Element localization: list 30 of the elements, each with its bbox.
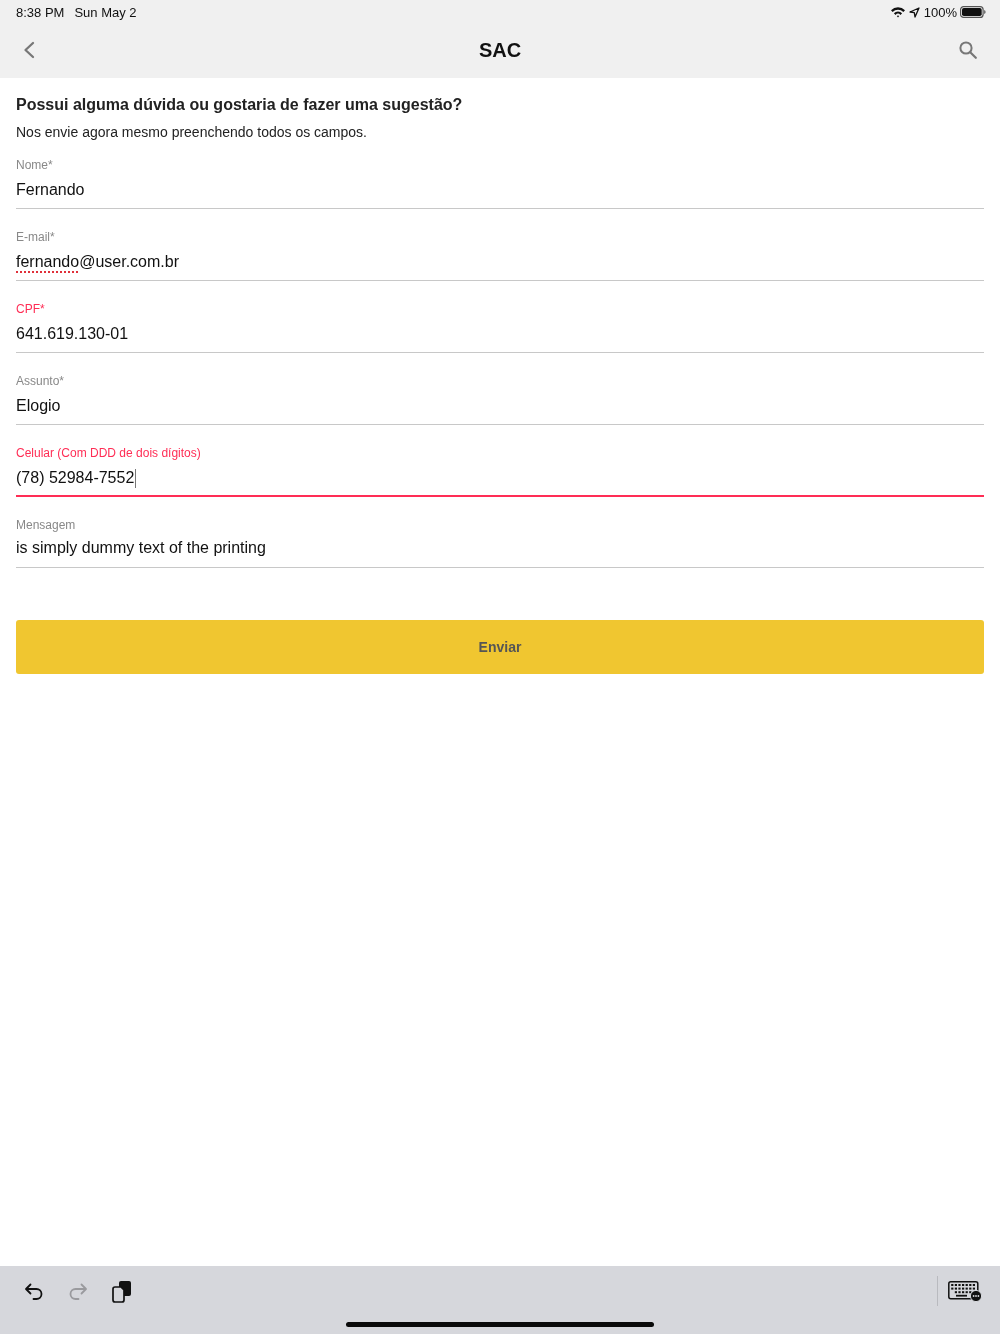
- field-label: Celular (Com DDD de dois dígitos): [16, 446, 201, 460]
- text-field[interactable]: Elogio: [16, 396, 984, 425]
- back-chevron-icon: [23, 41, 35, 59]
- text-field[interactable]: Fernando: [16, 180, 984, 209]
- search-icon: [959, 41, 977, 59]
- field-label: E-mail*: [16, 230, 55, 244]
- field-label: Mensagem: [16, 518, 76, 532]
- location-arrow-icon: [908, 6, 920, 18]
- battery-icon: [960, 6, 986, 18]
- field-label: Nome*: [16, 158, 53, 172]
- keyboard-button[interactable]: [946, 1278, 984, 1304]
- text-field[interactable]: 641.619.130-01: [16, 324, 984, 353]
- text-cursor-icon: [135, 468, 137, 488]
- field-label: Assunto*: [16, 374, 65, 388]
- status-date: Sun May 2: [74, 4, 137, 20]
- keyboard-icon: [948, 1280, 982, 1302]
- redo-icon: [68, 1282, 88, 1300]
- status-time: 8:38 PM: [16, 4, 65, 20]
- page-title: SAC: [478, 38, 522, 62]
- form-heading: Possui alguma dúvida ou gostaria de fazer uma sugestão?: [16, 95, 464, 115]
- text-field[interactable]: fernando@user.com.br: [16, 252, 984, 281]
- submit-button[interactable]: Enviar: [16, 620, 984, 674]
- undo-icon: [24, 1282, 44, 1300]
- form-subheading: Nos envie agora mesmo preenchendo todos os campos.: [16, 123, 368, 141]
- text-field[interactable]: is simply dummy text of the printing: [16, 538, 984, 568]
- clipboard-icon: [112, 1279, 132, 1303]
- field-label: CPF*: [16, 302, 45, 316]
- wifi-icon: [889, 6, 906, 18]
- text-field[interactable]: (78) 52984-7552: [16, 468, 984, 497]
- battery-percentage: 100%: [923, 4, 957, 20]
